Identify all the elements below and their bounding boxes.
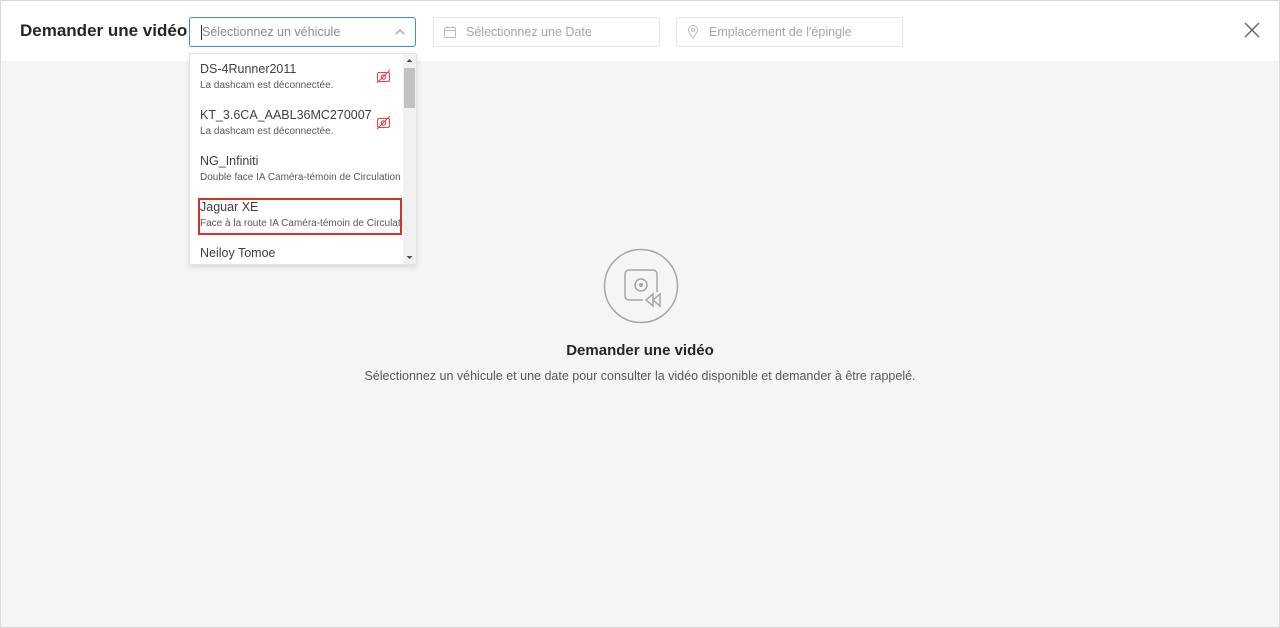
- calendar-icon: [444, 26, 456, 38]
- scroll-down-arrow-icon[interactable]: [403, 251, 416, 264]
- vehicle-option-name: NG_Infiniti: [200, 154, 259, 168]
- vehicle-option[interactable]: Neiloy Tomoe: [190, 238, 403, 264]
- vehicle-option-camera: Double face IA Caméra-témoin de Circulat…: [200, 172, 401, 183]
- vehicle-option[interactable]: DS-4Runner2011 La dashcam est déconnecté…: [190, 54, 403, 100]
- vehicle-select[interactable]: Sélectionnez un véhicule: [189, 17, 416, 47]
- scroll-up-arrow-icon[interactable]: [403, 54, 416, 67]
- date-picker[interactable]: Sélectionnez une Date: [433, 17, 660, 47]
- empty-state-description: Sélectionnez un véhicule et une date pou…: [364, 369, 916, 383]
- page-title: Demander une vidéo: [20, 21, 188, 40]
- vehicle-option[interactable]: KT_3.6CA_AABL36MC270007 La dashcam est d…: [190, 100, 403, 146]
- pin-placeholder: Emplacement de l'épingle: [709, 25, 852, 39]
- camera-off-icon: [376, 69, 391, 84]
- camera-off-icon: [376, 115, 391, 130]
- vehicle-option-name: Neiloy Tomoe: [200, 246, 276, 260]
- close-icon[interactable]: [1243, 21, 1261, 39]
- vehicle-option[interactable]: NG_Infiniti Double face IA Caméra-témoin…: [190, 146, 403, 192]
- vehicle-dropdown: DS-4Runner2011 La dashcam est déconnecté…: [189, 53, 417, 265]
- vehicle-option-selected[interactable]: Jaguar XE Face à la route IA Caméra-témo…: [190, 192, 403, 238]
- dropdown-scrollbar[interactable]: [403, 54, 416, 264]
- header-bar: Demander une vidéo Sélectionnez un véhic…: [1, 1, 1279, 61]
- text-cursor: [201, 25, 202, 40]
- vehicle-select-placeholder: Sélectionnez un véhicule: [202, 25, 341, 39]
- vehicle-option-name: DS-4Runner2011: [200, 62, 297, 76]
- request-video-modal: Demander une vidéo Sélectionnez un véhic…: [0, 0, 1280, 628]
- empty-state-title: Demander une vidéo: [566, 342, 714, 359]
- vehicle-option-status: La dashcam est déconnectée.: [200, 126, 334, 137]
- scroll-thumb[interactable]: [404, 68, 415, 108]
- chevron-up-icon: [395, 29, 405, 35]
- vehicle-option-name: Jaguar XE: [200, 200, 259, 214]
- map-pin-icon: [687, 25, 699, 39]
- video-rewind-icon: [603, 248, 679, 324]
- vehicle-option-status: La dashcam est déconnectée.: [200, 80, 334, 91]
- date-placeholder: Sélectionnez une Date: [466, 25, 592, 39]
- vehicle-option-camera: Face à la route IA Caméra-témoin de Circ…: [200, 218, 403, 229]
- pin-location-input[interactable]: Emplacement de l'épingle: [676, 17, 903, 47]
- vehicle-option-name: KT_3.6CA_AABL36MC270007: [200, 108, 372, 122]
